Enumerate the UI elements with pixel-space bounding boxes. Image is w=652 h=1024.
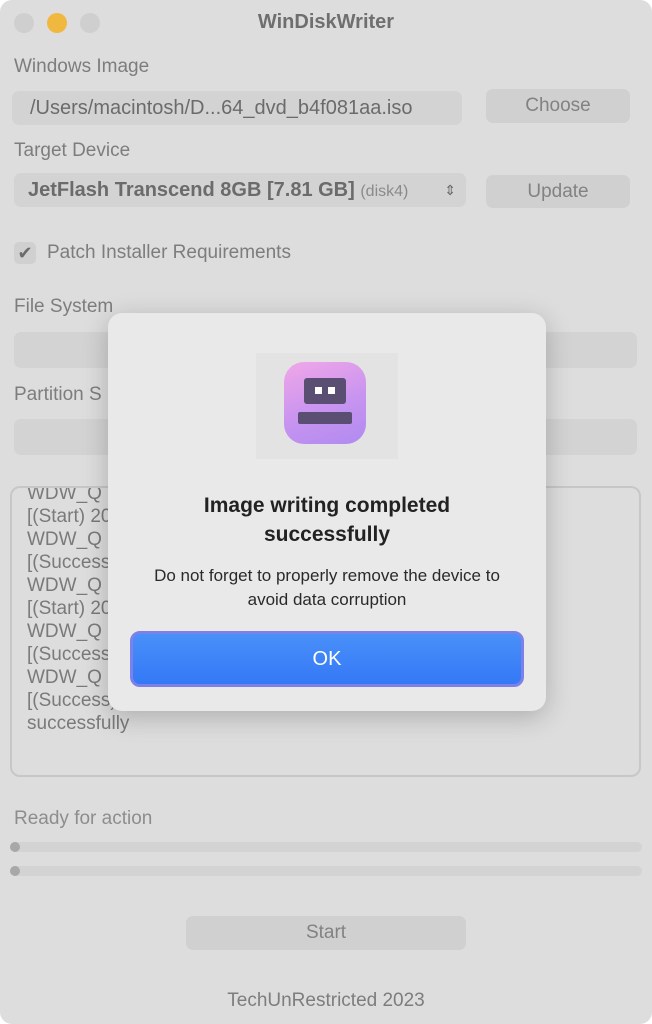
target-device-label: Target Device — [14, 140, 131, 161]
status-label: Ready for action — [14, 808, 153, 829]
log-line: [(Success) — [27, 690, 117, 711]
log-line: WDW_Q — [27, 529, 102, 550]
target-device-select[interactable]: JetFlash Transcend 8GB [7.81 GB] (disk4)… — [14, 173, 466, 207]
log-line: WDW_Q — [27, 486, 102, 504]
dialog-icon-area — [256, 353, 398, 459]
checkmark-icon: ✔ — [17, 243, 33, 263]
patch-installer-checkbox[interactable]: ✔ — [14, 242, 36, 264]
choose-button[interactable]: Choose — [486, 89, 630, 123]
file-system-label: File System — [14, 296, 114, 317]
update-button[interactable]: Update — [486, 175, 630, 208]
windows-image-path-field[interactable]: /Users/macintosh/D...64_dvd_b4f081aa.iso — [12, 91, 462, 125]
partition-scheme-label: Partition S — [14, 384, 102, 405]
windows-image-label: Windows Image — [14, 56, 150, 77]
app-icon — [284, 362, 366, 444]
log-line: successfully — [27, 713, 130, 734]
target-device-id: (disk4) — [360, 183, 409, 200]
log-line: WDW_Q — [27, 575, 102, 596]
windows-image-path-text: /Users/macintosh/D...64_dvd_b4f081aa.iso — [30, 97, 413, 119]
robot-screen-icon — [304, 378, 346, 404]
base-bar-icon — [298, 412, 352, 424]
target-device-value: JetFlash Transcend 8GB [7.81 GB] — [28, 179, 355, 201]
eye-icon — [328, 387, 335, 394]
window-title: WinDiskWriter — [257, 11, 395, 33]
patch-installer-label: Patch Installer Requirements — [47, 242, 291, 263]
completion-dialog: Image writing completed successfully Do … — [108, 313, 546, 711]
footer-credit: TechUnRestricted 2023 — [227, 990, 425, 1011]
progress-indicator — [10, 842, 20, 852]
log-line: [(Success — [27, 552, 111, 573]
log-line: WDW_Q — [27, 621, 102, 642]
chevron-up-down-icon: ⇕ — [444, 182, 456, 198]
dialog-title: Image writing completed successfully — [203, 494, 451, 546]
log-line: [(Start) 20 — [27, 598, 112, 619]
progress-indicator — [10, 866, 20, 876]
progress-bar-primary — [10, 842, 642, 852]
log-line: [(Start) 20 — [27, 506, 112, 527]
ok-button[interactable]: OK — [130, 631, 524, 687]
title-bar: WinDiskWriter — [0, 0, 652, 44]
log-line: [(Success — [27, 644, 111, 665]
dialog-message: Do not forget to properly remove the dev… — [154, 566, 500, 609]
start-button[interactable]: Start — [186, 916, 466, 950]
eye-icon — [315, 387, 322, 394]
progress-bar-secondary — [10, 866, 642, 876]
log-line: WDW_Q — [27, 667, 102, 688]
